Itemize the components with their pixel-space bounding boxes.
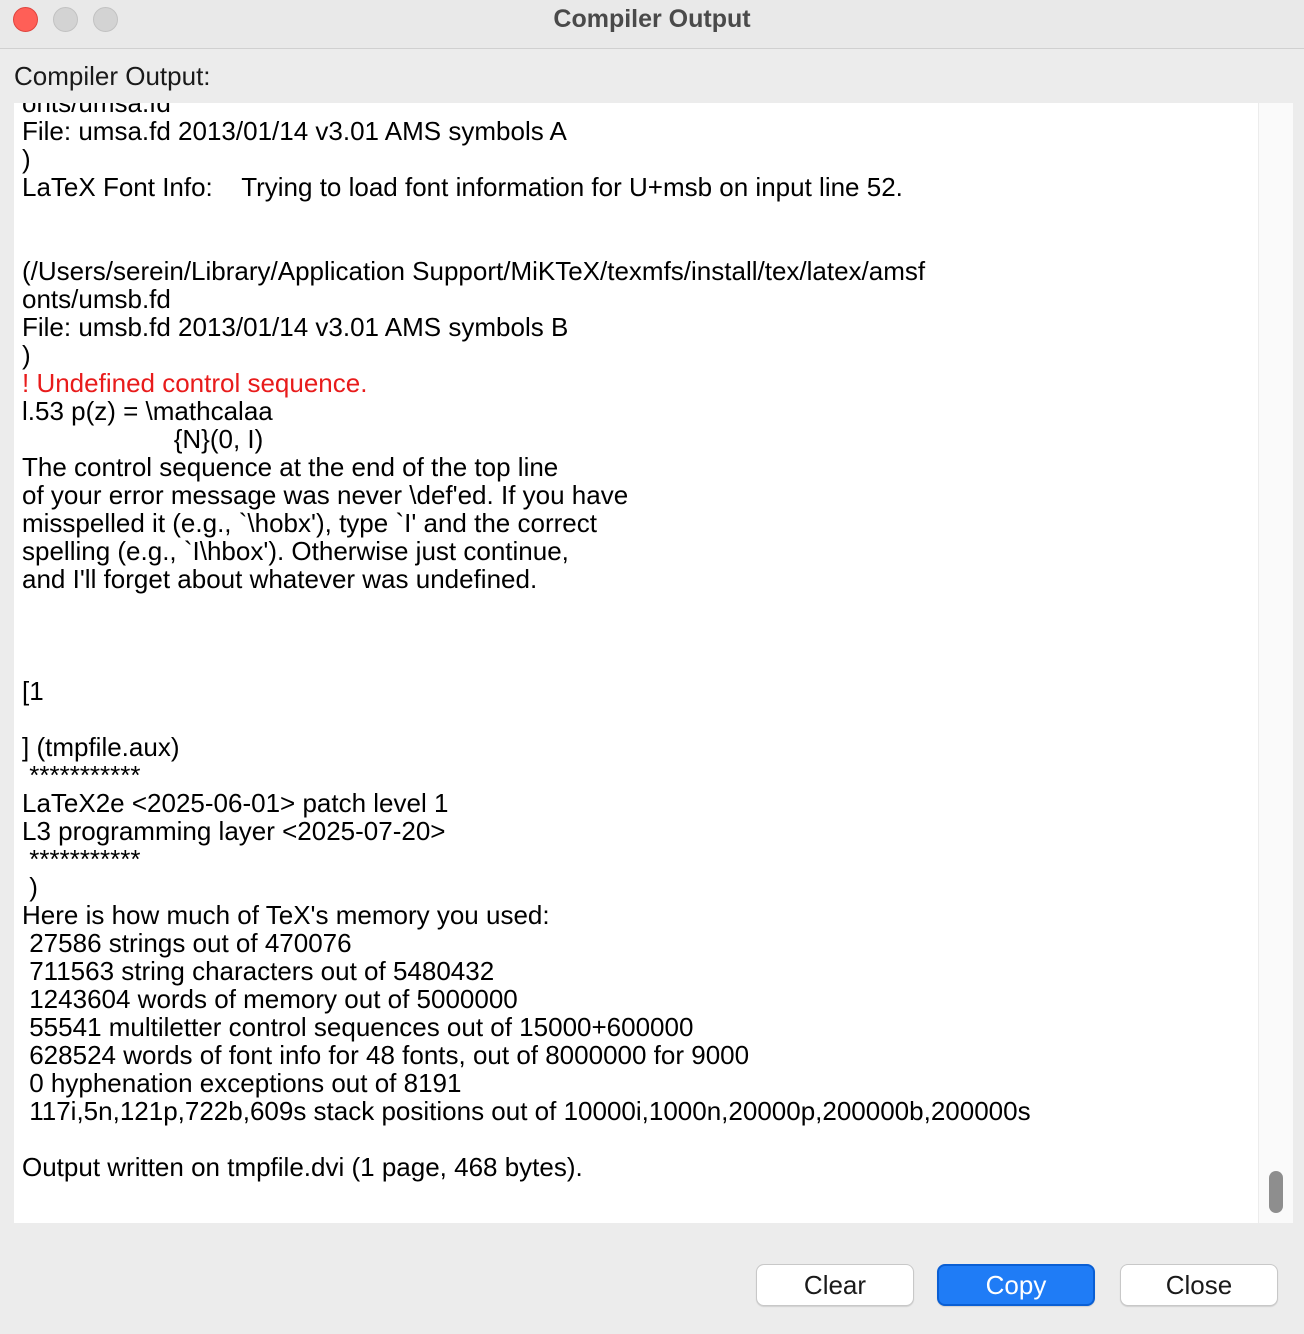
log-line: LaTeX Font Info: Trying to load font inf…: [22, 172, 903, 202]
log-line: onts/umsb.fd: [22, 284, 171, 314]
log-line: File: umsb.fd 2013/01/14 v3.01 AMS symbo…: [22, 312, 569, 342]
log-line: Here is how much of TeX's memory you use…: [22, 900, 550, 930]
log-line: (/Users/serein/Library/Application Suppo…: [22, 256, 926, 286]
log-line: [1: [22, 676, 44, 706]
log-line: Output written on tmpfile.dvi (1 page, 4…: [22, 1152, 583, 1182]
log-line: 27586 strings out of 470076: [22, 928, 352, 958]
title-bar[interactable]: Compiler Output: [0, 0, 1304, 49]
compiler-output-window: Compiler Output Compiler Output: onts/um…: [0, 0, 1304, 1334]
log-line: LaTeX2e <2025-06-01> patch level 1: [22, 788, 449, 818]
log-line: 55541 multiletter control sequences out …: [22, 1012, 694, 1042]
log-line: l.53 p(z) = \mathcalaa: [22, 396, 273, 426]
log-line: L3 programming layer <2025-07-20>: [22, 816, 446, 846]
window-title: Compiler Output: [553, 5, 751, 33]
close-button[interactable]: Close: [1120, 1264, 1278, 1306]
log-line: 0 hyphenation exceptions out of 8191: [22, 1068, 462, 1098]
scrollbar-thumb[interactable]: [1269, 1171, 1283, 1213]
log-line: ***********: [22, 844, 141, 874]
log-line: ): [22, 340, 31, 370]
output-log[interactable]: onts/umsa.fd File: umsa.fd 2013/01/14 v3.…: [22, 103, 1252, 1181]
copy-button[interactable]: Copy: [937, 1264, 1095, 1306]
log-line: 628524 words of font info for 48 fonts, …: [22, 1040, 750, 1070]
log-line: and I'll forget about whatever was undef…: [22, 564, 538, 594]
compiler-output-text-area[interactable]: onts/umsa.fd File: umsa.fd 2013/01/14 v3.…: [14, 103, 1293, 1223]
log-line: ): [22, 872, 38, 902]
clear-button[interactable]: Clear: [756, 1264, 914, 1306]
vertical-scrollbar[interactable]: [1258, 103, 1293, 1223]
log-line: spelling (e.g., `I\hbox'). Otherwise jus…: [22, 536, 569, 566]
log-line: 711563 string characters out of 5480432: [22, 956, 495, 986]
log-line: ***********: [22, 760, 141, 790]
log-line: onts/umsa.fd: [22, 103, 171, 118]
log-line: ] (tmpfile.aux): [22, 732, 180, 762]
log-line: of your error message was never \def'ed.…: [22, 480, 629, 510]
log-line: misspelled it (e.g., `\hobx'), type `I' …: [22, 508, 597, 538]
log-line: The control sequence at the end of the t…: [22, 452, 559, 482]
log-line: 117i,5n,121p,722b,609s stack positions o…: [22, 1096, 1031, 1126]
compiler-output-label: Compiler Output:: [14, 61, 211, 91]
error-line: ! Undefined control sequence.: [22, 368, 368, 398]
log-line: {N}(0, I): [22, 424, 264, 454]
log-line: File: umsa.fd 2013/01/14 v3.01 AMS symbo…: [22, 116, 567, 146]
log-line: 1243604 words of memory out of 5000000: [22, 984, 518, 1014]
log-line: ): [22, 144, 31, 174]
